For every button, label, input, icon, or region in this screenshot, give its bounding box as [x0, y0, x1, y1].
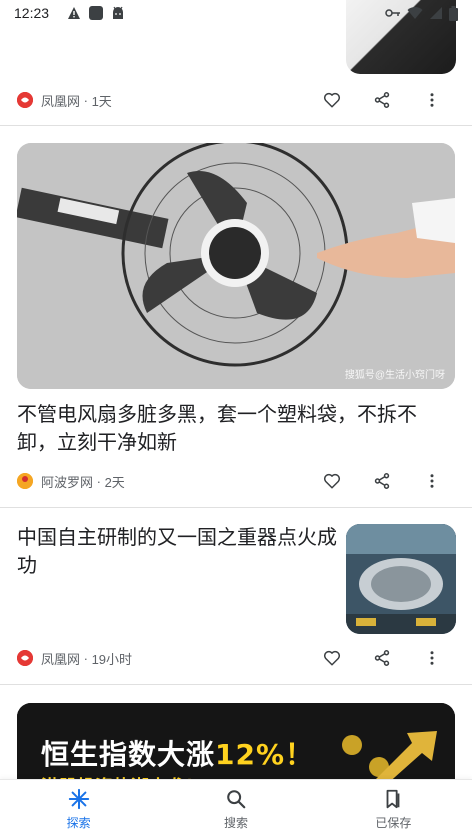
nav-label: 探索 — [66, 816, 91, 830]
divider — [0, 507, 472, 508]
heart-icon — [323, 92, 341, 108]
app-icon — [89, 6, 104, 20]
like-button[interactable] — [307, 646, 357, 670]
banner-headline-text: 恒生指数大涨 — [41, 738, 216, 771]
share-icon — [374, 92, 390, 108]
article-time: 1天 — [91, 93, 112, 109]
nav-label: 已保存 — [375, 816, 412, 830]
more-vert-icon — [430, 93, 434, 107]
more-vert-icon — [430, 474, 434, 488]
article-title[interactable]: 中国自主研制的又一国之重器点火成功 — [17, 523, 337, 579]
bottom-navigation: 探索 搜索 已保存 — [0, 779, 472, 839]
nav-saved[interactable]: 已保存 — [315, 780, 472, 839]
article-source: 凤凰网 — [41, 93, 81, 109]
share-button[interactable] — [357, 88, 407, 112]
share-icon — [374, 650, 390, 666]
article-source: 阿波罗网 — [41, 474, 94, 490]
banner-headline: 恒生指数大涨12%！ — [41, 733, 314, 773]
bookmark-icon — [386, 789, 400, 809]
banner-percentage: 12%！ — [215, 738, 315, 771]
nav-label: 搜索 — [223, 816, 248, 830]
divider — [0, 125, 472, 126]
status-left-icons — [67, 6, 125, 20]
engine-image — [346, 524, 456, 634]
source-logo-icon — [17, 92, 33, 108]
wifi-icon — [407, 7, 423, 20]
article-time: 19小时 — [91, 651, 133, 667]
meta-separator: · — [93, 473, 105, 489]
warning-icon — [68, 7, 81, 19]
status-time: 12:23 — [14, 5, 50, 21]
more-options-button[interactable] — [407, 469, 457, 493]
status-right-icons — [385, 5, 458, 21]
share-icon — [374, 473, 390, 489]
more-vert-icon — [430, 651, 434, 665]
nav-explore[interactable]: 探索 — [0, 780, 157, 839]
explore-asterisk-icon — [68, 788, 89, 810]
article-time: 2天 — [104, 474, 125, 490]
like-button[interactable] — [307, 469, 357, 493]
article-hero-image[interactable]: 搜狐号@生活小窍门呀 — [17, 143, 455, 389]
share-button[interactable] — [357, 646, 407, 670]
article-meta-row: 阿波罗网 · 2天 — [17, 469, 457, 493]
source-logo-icon — [17, 473, 33, 489]
meta-separator: · — [80, 650, 92, 666]
android-icon — [113, 6, 124, 19]
key-icon — [385, 9, 400, 17]
like-button[interactable] — [307, 88, 357, 112]
signal-icon — [430, 7, 442, 19]
article-actions — [307, 469, 457, 493]
article-source: 凤凰网 — [41, 651, 81, 667]
share-button[interactable] — [357, 469, 407, 493]
fan-image — [17, 143, 455, 389]
article-meta-row: 凤凰网 · 19小时 — [17, 646, 457, 670]
article-actions — [307, 88, 457, 112]
article-actions — [307, 646, 457, 670]
heart-icon — [323, 650, 341, 666]
image-watermark: 搜狐号@生活小窍门呀 — [344, 370, 445, 381]
nav-search[interactable]: 搜索 — [157, 780, 314, 839]
battery-icon — [449, 5, 458, 21]
search-icon — [227, 790, 246, 809]
article-thumbnail[interactable] — [346, 524, 456, 634]
article-title[interactable]: 不管电风扇多脏多黑，套一个塑料袋，不拆不卸，立刻干净如新 — [17, 400, 455, 456]
more-options-button[interactable] — [407, 88, 457, 112]
divider — [0, 684, 472, 685]
meta-separator: · — [80, 92, 92, 108]
more-options-button[interactable] — [407, 646, 457, 670]
heart-icon — [323, 473, 341, 489]
article-meta-row: 凤凰网 · 1天 — [17, 88, 457, 112]
source-logo-icon — [17, 650, 33, 666]
status-bar: 12:23 — [0, 0, 472, 26]
